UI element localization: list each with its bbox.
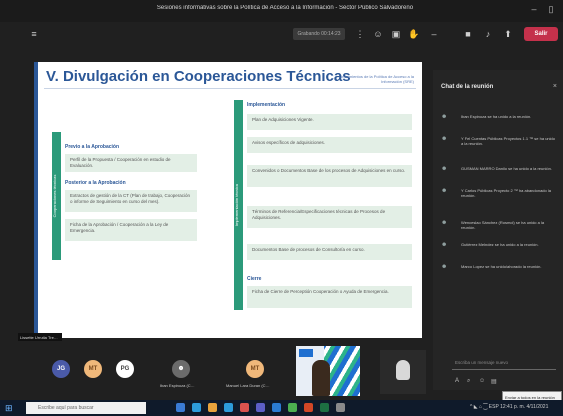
chat-compose-input[interactable]: Escriba un mensaje nuevo: [452, 356, 556, 370]
camera-icon[interactable]: ■: [462, 28, 474, 40]
list-item: Convenidos o Documentos Base de los proc…: [247, 165, 412, 187]
list-item: Perfil de la Propuesta / Cooperación en …: [65, 154, 197, 172]
chat-message: ☻ Y Carlos Públicas Proyecto 2 ™ ha aban…: [441, 188, 551, 198]
list-item: Ficha de Cierre de Perceptión Cooperació…: [247, 286, 412, 308]
slide-divider: [44, 88, 416, 89]
chrome-icon[interactable]: [288, 403, 297, 412]
format-icon[interactable]: A: [455, 378, 459, 384]
person-icon: ☻: [441, 166, 448, 172]
task-view-icon[interactable]: [176, 403, 185, 412]
window-title: Sesiones informativas sobre la Política …: [156, 5, 414, 11]
list-item: Extractos de gestión de la CT (Plan de t…: [65, 190, 197, 212]
presenter-name-tag: Lissette Urrutia Tre…: [18, 333, 62, 341]
system-tray[interactable]: ^ ◣ ⌂ ⁐ ESP 12:41 p. m. 4/11/2021: [470, 404, 548, 410]
section-heading: Previo a la Aprobación: [65, 144, 119, 150]
teams-icon[interactable]: [256, 403, 265, 412]
left-vertical-label: Cooperaciones técnicas: [52, 132, 61, 260]
file-explorer-icon[interactable]: [208, 403, 217, 412]
teams-meeting-window: Sesiones informativas sobre la Política …: [0, 0, 563, 416]
restore-button[interactable]: ▯: [544, 4, 558, 15]
chat-message: ☻ Iban Espinoza se ha unido a la reunión…: [441, 114, 532, 120]
store-icon[interactable]: [224, 403, 233, 412]
gif-icon[interactable]: ▤: [491, 378, 497, 385]
person-icon: ☻: [441, 264, 448, 270]
list-item: Documentos Base de procesos de Consultor…: [247, 244, 412, 260]
leave-button[interactable]: Salir: [524, 27, 558, 41]
list-item: Plan de Adquisiciones Vigente.: [247, 114, 412, 130]
chat-panel: Chat de la reunión × ☻ Iban Espinoza se …: [433, 70, 563, 390]
windows-start-icon[interactable]: ⊞: [5, 403, 13, 414]
participant-name: Iban Espinoza (C…: [160, 383, 195, 388]
meeting-toolbar: ≡ Grabando 00:14:23 ⋮ ☺ ▣ ✋ – ■ ♪ ⬆ Sali…: [0, 22, 563, 46]
person-icon: ☻: [441, 114, 448, 120]
participant-avatar[interactable]: PG: [116, 360, 134, 378]
participant-video-tile[interactable]: [296, 346, 360, 396]
chat-message: ☻ Wenceslao Sánchez (Rosmol) se ha unido…: [441, 220, 545, 230]
slide-accent-bar: [34, 62, 38, 338]
chat-title: Chat de la reunión: [441, 84, 494, 90]
word-icon[interactable]: [272, 403, 281, 412]
app-icon[interactable]: [240, 403, 249, 412]
share-icon[interactable]: ⬆: [502, 28, 514, 40]
list-item: Avisos específicos de adquisiciones.: [247, 137, 412, 153]
participant-avatar[interactable]: MT: [246, 360, 264, 378]
right-vertical-label: Implementación técnica: [234, 100, 243, 310]
minimize-button[interactable]: –: [527, 4, 541, 14]
slide-subtitle: Lineamientos de la Política de Acceso a …: [339, 74, 414, 84]
slide-title: V. Divulgación en Cooperaciones Técnicas: [46, 68, 351, 85]
mic-icon[interactable]: ♪: [482, 28, 494, 40]
chat-message: ☻ Marco Lopez se ha unido/ahorado la reu…: [441, 264, 542, 270]
edge-icon[interactable]: [192, 403, 201, 412]
chat-icon[interactable]: ▣: [390, 28, 402, 40]
person-video: [312, 360, 330, 396]
participant-avatar[interactable]: MT: [84, 360, 102, 378]
app-icon[interactable]: [336, 403, 345, 412]
person-icon: ☻: [441, 136, 448, 142]
list-item: Ficha de la Aprobación / Cooperación a l…: [65, 219, 197, 241]
participant-avatar[interactable]: ☻: [172, 360, 190, 378]
participant-avatar[interactable]: JG: [52, 360, 70, 378]
powerpoint-icon[interactable]: [304, 403, 313, 412]
more-icon[interactable]: ⋮: [354, 28, 366, 40]
section-heading: Posterior a la Aprobación: [65, 180, 126, 186]
meeting-info-icon[interactable]: ≡: [28, 28, 40, 40]
separator-icon: –: [431, 29, 437, 39]
attach-icon[interactable]: ⌕: [467, 378, 470, 385]
reactions-icon[interactable]: ✋: [408, 28, 420, 40]
close-icon[interactable]: ×: [553, 83, 557, 90]
person-icon: ☻: [441, 220, 448, 226]
section-heading: Cierre: [247, 276, 262, 282]
chat-message: ☻ Gutiérrez Melndez se ha unido a la reu…: [441, 242, 539, 248]
chat-message: ☻ Y Fel Cuentas Públicas Proyectos 1.1 ™…: [441, 136, 555, 146]
title-bar: Sesiones informativas sobre la Política …: [0, 0, 563, 22]
participant-video-tile[interactable]: [380, 350, 426, 394]
participant-name: Manuel Lara Duran (C…: [226, 383, 270, 388]
recording-timer: Grabando 00:14:23: [293, 28, 345, 40]
section-heading: Implementación: [247, 102, 286, 108]
windows-taskbar: ⊞ Escribe aquí para buscar ^ ◣ ⌂ ⁐ ESP 1…: [0, 400, 563, 416]
person-icon: ☻: [441, 188, 448, 194]
excel-icon[interactable]: [320, 403, 329, 412]
emoji-icon[interactable]: ☺: [479, 378, 485, 384]
list-item: Términos de Referencia/Especificaciones …: [247, 206, 412, 228]
people-icon[interactable]: ☺: [372, 28, 384, 40]
person-icon: [396, 360, 410, 380]
chat-message: ☻ GUSMAN MARRO Danilo se ha unido a la r…: [441, 166, 552, 172]
shared-slide: V. Divulgación en Cooperaciones Técnicas…: [34, 62, 422, 338]
person-icon: ☻: [441, 242, 448, 248]
taskbar-search-input[interactable]: Escribe aquí para buscar: [26, 402, 146, 414]
logo-icon: [299, 349, 313, 357]
